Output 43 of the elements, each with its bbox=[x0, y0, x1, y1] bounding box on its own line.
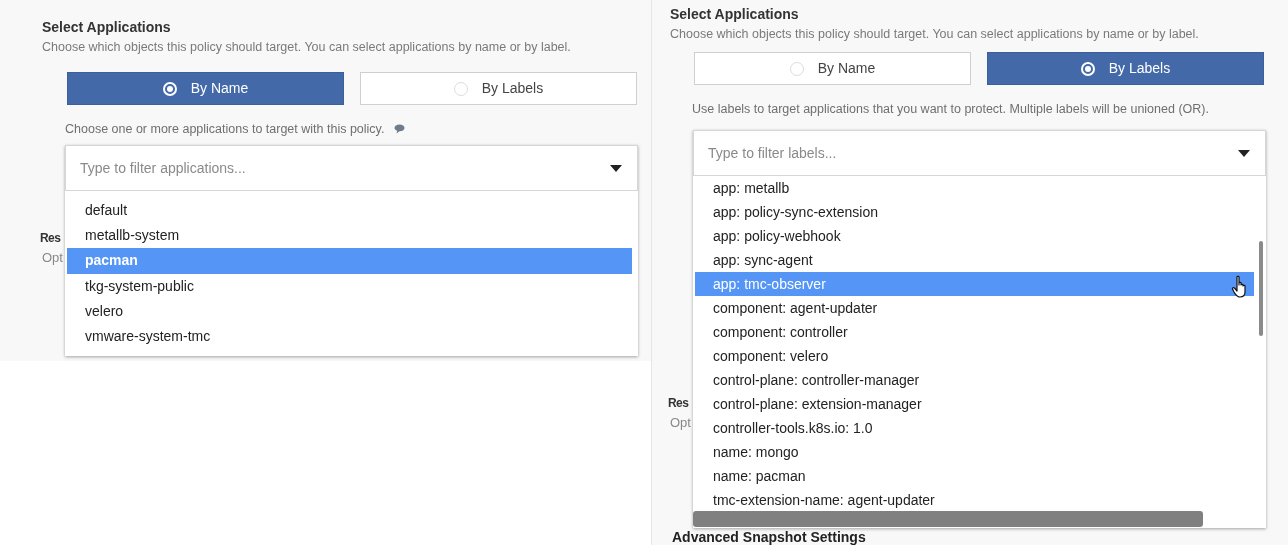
section-title: Res bbox=[668, 394, 689, 412]
section-description: Choose which objects this policy should target. You can select applications by name or by label. bbox=[42, 39, 572, 56]
radio-option[interactable]: By Name bbox=[694, 52, 971, 85]
dropdown-option[interactable]: app: metallb bbox=[695, 176, 1254, 200]
filter-input-field[interactable]: Type to filter applications... bbox=[65, 145, 638, 191]
section-title: Select Applications bbox=[670, 5, 800, 23]
dropdown-option[interactable]: name: mongo bbox=[695, 440, 1254, 464]
radio-option[interactable]: By Labels bbox=[987, 52, 1264, 85]
dropdown-option[interactable]: default bbox=[67, 198, 636, 224]
dropdown-option[interactable]: metallb-system bbox=[67, 223, 636, 249]
dropdown-option[interactable]: name: pacman bbox=[695, 464, 1254, 488]
radio-icon bbox=[162, 81, 177, 96]
dropdown-option[interactable]: component: velero bbox=[695, 344, 1254, 368]
filter-input-field[interactable]: Type to filter labels... bbox=[693, 130, 1266, 176]
dropdown-option[interactable]: tmc-extension-name: agent-updater bbox=[695, 488, 1254, 512]
horizontal-scrollbar[interactable] bbox=[693, 511, 1203, 527]
vertical-scrollbar[interactable] bbox=[1259, 241, 1263, 336]
radio-icon bbox=[453, 81, 468, 96]
dropdown-option[interactable]: app: sync-agent bbox=[695, 248, 1254, 272]
hint-text: Use labels to target applications that you want to protect. Multiple labels will be unioned (OR). bbox=[692, 101, 1209, 118]
radio-option[interactable]: By Labels bbox=[360, 72, 637, 105]
caret-icon[interactable] bbox=[610, 165, 622, 172]
radio-icon bbox=[789, 61, 804, 76]
dropdown-option[interactable]: tkg-system-public bbox=[67, 273, 636, 299]
section-description: Opt bbox=[42, 248, 63, 267]
dropdown-option[interactable]: vmware-system-tmc bbox=[67, 323, 636, 350]
dropdown-option[interactable]: app: policy-webhook bbox=[695, 224, 1254, 248]
dropdown-option[interactable]: velero bbox=[67, 298, 636, 324]
section-title: Res bbox=[40, 229, 61, 247]
section-description: Choose which objects this policy should target. You can select applications by name or by label. bbox=[670, 26, 1200, 43]
hint-text: Choose one or more applications to target with this policy. bbox=[65, 121, 385, 138]
section-description: Opt bbox=[670, 413, 691, 432]
dropdown-option[interactable]: component: agent-updater bbox=[695, 296, 1254, 320]
dropdown-option[interactable]: controller-tools.k8s.io: 1.0 bbox=[695, 416, 1254, 440]
radio-icon bbox=[1080, 61, 1095, 76]
caret-icon[interactable] bbox=[1238, 150, 1250, 157]
dropdown-option[interactable]: component: controller bbox=[695, 320, 1254, 344]
radio-option[interactable]: By Name bbox=[67, 72, 344, 105]
section-heading: Advanced Snapshot Settings bbox=[672, 530, 866, 545]
dropdown-option[interactable]: app: policy-sync-extension bbox=[695, 200, 1254, 224]
dropdown-option[interactable]: control-plane: controller-manager bbox=[695, 368, 1254, 392]
section-title: Select Applications bbox=[42, 18, 172, 36]
dropdown-option[interactable]: control-plane: extension-manager bbox=[695, 392, 1254, 416]
